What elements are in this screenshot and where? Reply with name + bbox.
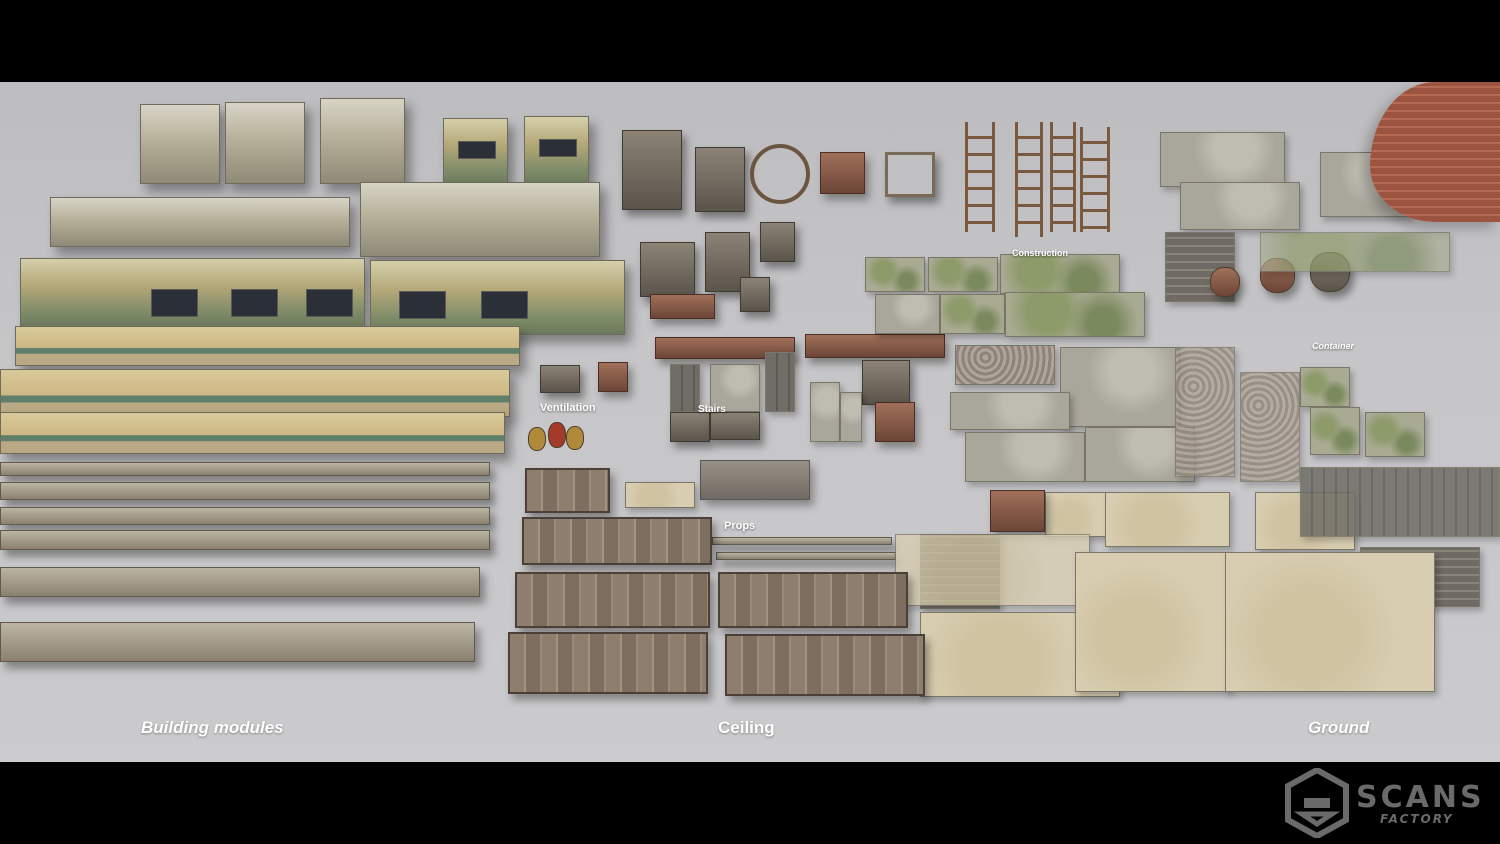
ventilation-unit (540, 365, 580, 393)
crate-stack (875, 402, 915, 442)
wall-module (443, 118, 508, 186)
asset-overview-scene: Ventilation Stairs Props Construction Co… (0, 82, 1500, 762)
ceiling-plank (522, 517, 712, 565)
rubble-strip (1175, 347, 1235, 477)
scaffold (1050, 122, 1076, 232)
section-ground: Ground (1308, 718, 1370, 737)
crate-stack (862, 360, 910, 405)
wall-module (50, 197, 350, 247)
ground-tile (1310, 407, 1360, 455)
ceiling-plank (508, 632, 708, 694)
ventilation-pipe (598, 362, 628, 392)
shelf (670, 364, 700, 412)
prop (810, 382, 840, 442)
floor-grate (1300, 467, 1500, 537)
industrial-machine (695, 147, 745, 212)
ground-tile (1060, 347, 1180, 427)
rusty-panel (805, 334, 945, 358)
ground-tile (950, 392, 1070, 430)
label-stairs: Stairs (698, 404, 726, 415)
ground-tile (928, 257, 998, 292)
scans-factory-logo-icon (1285, 768, 1349, 838)
frame (885, 152, 935, 197)
scaffold (1015, 122, 1043, 237)
flywheel (750, 144, 810, 204)
small-props (700, 460, 810, 500)
ground-tile (965, 432, 1085, 482)
industrial-machine (760, 222, 795, 262)
rack (820, 152, 865, 194)
rubble-strip (1240, 372, 1300, 482)
label-ventilation: Ventilation (540, 402, 596, 414)
wall-module (140, 104, 220, 184)
label-construction: Construction (1012, 248, 1068, 258)
pipe (716, 552, 896, 560)
scaffold (1080, 127, 1110, 232)
beam-module (0, 507, 490, 525)
barrel (528, 427, 546, 451)
wall-module (225, 102, 305, 184)
ground-tile (1000, 254, 1120, 294)
ground-tile (865, 257, 925, 292)
beam-module (0, 462, 490, 476)
letterbox-bottom (0, 762, 1500, 844)
label-props: Props (724, 520, 756, 532)
ceiling-plank (515, 572, 710, 628)
logo-wordmark: SCANS (1356, 780, 1485, 815)
rusty-panel (650, 294, 715, 319)
scaffold (965, 122, 995, 232)
ground-tile (1300, 367, 1350, 407)
ground-tile (1075, 552, 1230, 692)
wall-module (15, 326, 520, 366)
prop (840, 392, 862, 442)
beam-module (0, 567, 480, 597)
ground-tile (940, 294, 1005, 334)
tank (1210, 267, 1240, 297)
ground-tile (1045, 492, 1110, 537)
ground-tile (875, 294, 940, 334)
canopy (1180, 182, 1300, 230)
stair-prop (765, 352, 795, 412)
small-props (625, 482, 695, 508)
beam-module (0, 530, 490, 550)
ground-tile (1005, 292, 1145, 337)
section-ceiling: Ceiling (718, 718, 775, 737)
ceiling-plank (718, 572, 908, 628)
ground-tile (1225, 552, 1435, 692)
ground-tile (1105, 492, 1230, 547)
section-building-modules: Building modules (141, 718, 284, 737)
wall-module (360, 182, 600, 257)
container-panel (1260, 232, 1450, 272)
crate (710, 412, 760, 440)
industrial-machine (622, 130, 682, 210)
barrel (566, 426, 584, 450)
wall-module (524, 116, 589, 186)
logo-subtitle: FACTORY (1380, 812, 1454, 826)
canopy (1160, 132, 1285, 187)
pipe (712, 537, 892, 545)
barrel (548, 422, 566, 448)
letterbox-top (0, 0, 1500, 82)
wall-module (0, 412, 505, 454)
ceiling-plank (525, 468, 610, 513)
scans-factory-logo: SCANS FACTORY (1284, 768, 1488, 838)
wall-module (370, 260, 625, 335)
industrial-machine (640, 242, 695, 297)
beam-module (0, 622, 475, 662)
ceiling-plank (725, 634, 925, 696)
wall-module (20, 258, 365, 328)
wall-module (0, 369, 510, 417)
ground-tile (1365, 412, 1425, 457)
label-container: Container (1312, 341, 1355, 351)
rubble-tray (955, 345, 1055, 385)
beam-module (0, 482, 490, 500)
crate (670, 412, 710, 442)
industrial-machine (740, 277, 770, 312)
wall-module (320, 98, 405, 184)
ground-tray (990, 490, 1045, 532)
ground-tile (895, 534, 1090, 606)
